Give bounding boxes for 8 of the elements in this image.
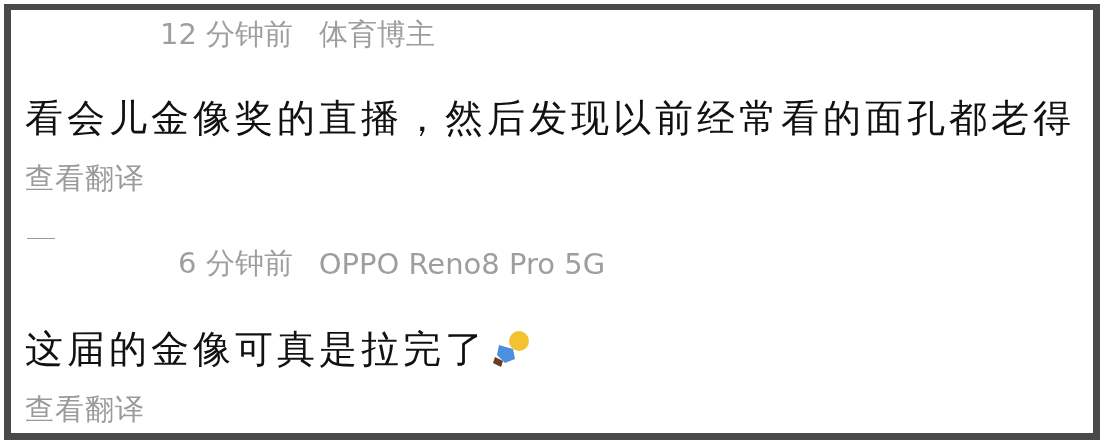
translate-link[interactable]: 查看翻译 xyxy=(25,161,145,195)
translate-link[interactable]: 查看翻译 xyxy=(25,392,145,426)
comment-source: 体育博主 xyxy=(319,16,436,53)
comment-text: 看会儿金像奖的直播，然后发现以前经常看的面孔都老得 xyxy=(25,94,1075,142)
comment-text: 这届的金像可真是拉完了 xyxy=(25,325,487,373)
comment-time: 12 分钟前 xyxy=(160,16,294,53)
comment-source: OPPO Reno8 Pro 5G xyxy=(318,247,606,281)
comment-time: 6 分钟前 xyxy=(178,245,293,282)
